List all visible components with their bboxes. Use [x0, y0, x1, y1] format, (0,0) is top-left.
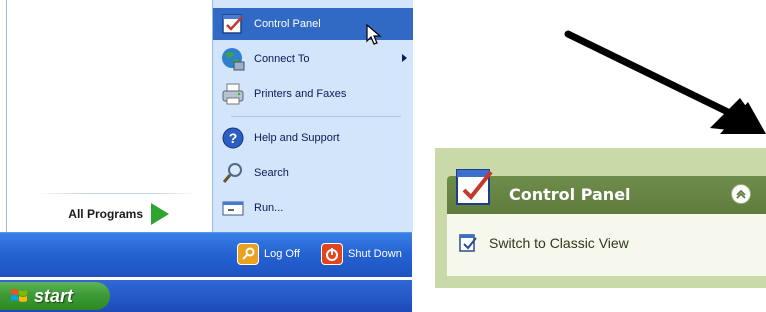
control-panel-panel: Control Panel Switch to Classic View	[447, 164, 766, 276]
switch-to-classic-view-link[interactable]: Switch to Classic View	[457, 232, 629, 254]
switch-to-classic-view-label: Switch to Classic View	[489, 235, 629, 251]
green-arrow-icon	[151, 203, 169, 225]
switch-view-icon	[459, 234, 477, 252]
help-icon: ?	[222, 127, 244, 149]
menu-item-search[interactable]: Search	[213, 157, 413, 189]
menu-item-control-panel[interactable]: Control Panel	[213, 8, 413, 40]
start-menu-left-pane: All Programs	[6, 0, 213, 232]
start-menu-right-pane: Control Panel Connect To Printers and Fa…	[212, 0, 413, 232]
menu-item-run[interactable]: Run...	[213, 192, 413, 224]
run-icon	[222, 201, 244, 216]
menu-divider	[231, 116, 401, 117]
power-icon	[321, 243, 343, 265]
menu-item-connect-to[interactable]: Connect To	[213, 43, 413, 75]
windows-flag-icon	[11, 289, 27, 302]
menu-item-help-and-support[interactable]: ? Help and Support	[213, 122, 413, 154]
menu-item-printers-and-faxes[interactable]: Printers and Faxes	[213, 78, 413, 110]
menu-item-label: Connect To	[254, 53, 310, 65]
log-off-button[interactable]: Log Off	[237, 241, 300, 267]
menu-item-label: Search	[254, 167, 289, 179]
menu-item-label: Help and Support	[254, 132, 340, 144]
svg-text:?: ?	[229, 130, 238, 146]
log-off-label: Log Off	[264, 248, 300, 260]
menu-item-label: Control Panel	[254, 18, 321, 30]
taskbar: start	[0, 280, 412, 312]
left-pane-divider	[37, 193, 197, 194]
control-panel-title: Control Panel	[509, 185, 631, 204]
shut-down-button[interactable]: Shut Down	[321, 241, 402, 267]
menu-item-label: Printers and Faxes	[254, 88, 347, 100]
shut-down-label: Shut Down	[348, 248, 402, 260]
all-programs-label: All Programs	[68, 207, 143, 221]
start-button[interactable]: start	[0, 282, 110, 310]
pointer-arrow-icon	[564, 30, 766, 134]
all-programs-button[interactable]: All Programs	[53, 201, 193, 227]
control-panel-task-pane: Control Panel Switch to Classic View	[435, 148, 766, 288]
control-panel-body: Switch to Classic View	[447, 214, 766, 276]
menu-item-label: Run...	[254, 202, 284, 214]
printer-icon	[222, 83, 244, 105]
control-panel-icon	[222, 14, 243, 34]
start-menu: All Programs Control Panel Connect To Pr…	[0, 0, 413, 312]
globe-network-icon	[222, 48, 245, 71]
key-icon	[237, 243, 259, 265]
collapse-chevron-icon[interactable]	[731, 184, 751, 204]
control-panel-icon	[456, 169, 493, 205]
start-label: start	[34, 285, 74, 306]
search-icon	[222, 163, 242, 183]
start-menu-footer: Log Off Shut Down	[0, 232, 412, 277]
submenu-arrow-icon	[402, 54, 407, 62]
